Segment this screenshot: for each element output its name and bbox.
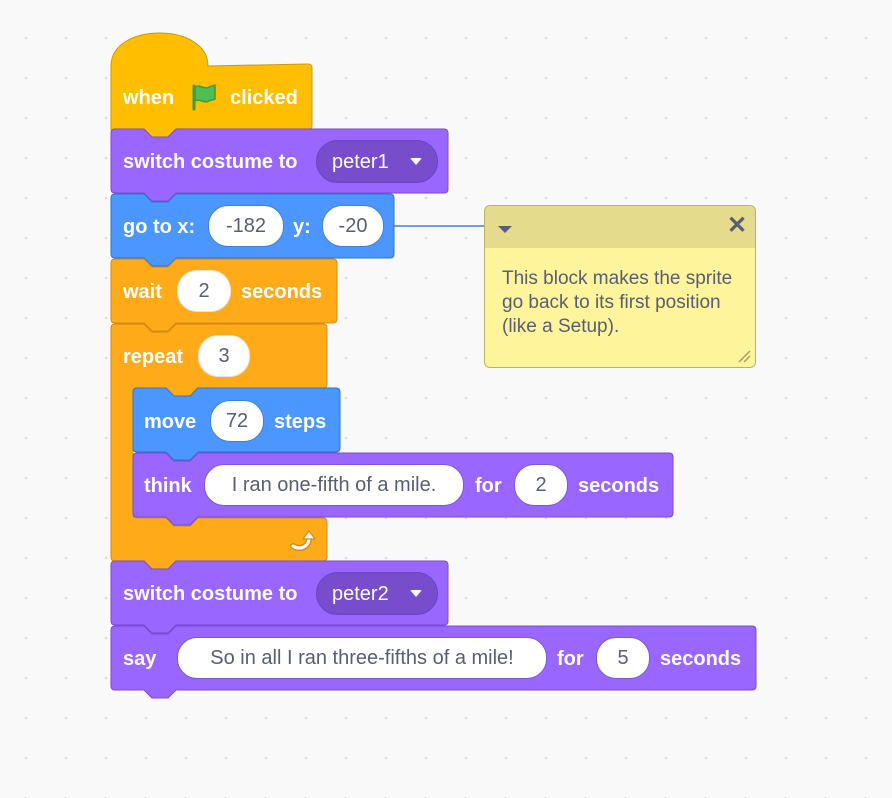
costume-dropdown-1[interactable]: peter1	[316, 140, 438, 183]
switch-costume-label-1: switch costume to	[123, 151, 298, 173]
close-icon[interactable]: ✕	[727, 214, 747, 238]
wait-seconds-unit: seconds	[241, 281, 323, 303]
think-message-input[interactable]: I ran one-fifth of a mile.	[204, 464, 464, 506]
comment-text[interactable]: This block makes the sprite go back to i…	[502, 267, 747, 339]
say-seconds-unit: seconds	[660, 648, 742, 670]
go-to-x-label: go to x:	[123, 216, 196, 238]
move-steps-unit: steps	[274, 411, 327, 433]
repeat-label: repeat	[123, 346, 184, 368]
think-label: think	[144, 475, 192, 497]
y-label: y:	[293, 216, 311, 238]
wait-seconds-input[interactable]: 2	[177, 270, 231, 312]
switch-costume-label-2: switch costume to	[123, 583, 298, 605]
when-label: when	[123, 87, 175, 109]
repeat-count-input[interactable]: 3	[198, 335, 250, 377]
move-steps-input[interactable]: 72	[210, 400, 264, 442]
x-value-input[interactable]: -182	[208, 205, 284, 247]
scripts-workspace[interactable]: when clicked switch costume to peter1 go…	[0, 0, 892, 798]
think-seconds-unit: seconds	[578, 475, 660, 497]
comment-header[interactable]: ✕	[485, 206, 755, 248]
loop-arrow-icon	[290, 530, 316, 551]
say-for-label: for	[557, 648, 584, 670]
wait-label: wait	[123, 281, 162, 303]
costume-dropdown-2[interactable]: peter2	[316, 572, 438, 615]
chevron-down-icon	[410, 158, 422, 165]
move-label: move	[144, 411, 197, 433]
costume-dropdown-value-1: peter1	[332, 150, 389, 173]
say-seconds-input[interactable]: 5	[596, 637, 650, 679]
clicked-label: clicked	[230, 87, 298, 109]
chevron-down-icon	[410, 590, 422, 597]
say-message-input[interactable]: So in all I ran three-fifths of a mile!	[177, 637, 547, 679]
say-label: say	[123, 648, 157, 670]
think-for-label: for	[475, 475, 502, 497]
costume-dropdown-value-2: peter2	[332, 582, 389, 605]
block-comment[interactable]: ✕ This block makes the sprite go back to…	[484, 205, 756, 368]
resize-handle-icon[interactable]	[737, 349, 751, 363]
green-flag-icon	[192, 84, 216, 111]
y-value-input[interactable]: -20	[322, 205, 384, 247]
think-seconds-input[interactable]: 2	[514, 464, 568, 506]
chevron-down-icon[interactable]	[498, 226, 512, 233]
